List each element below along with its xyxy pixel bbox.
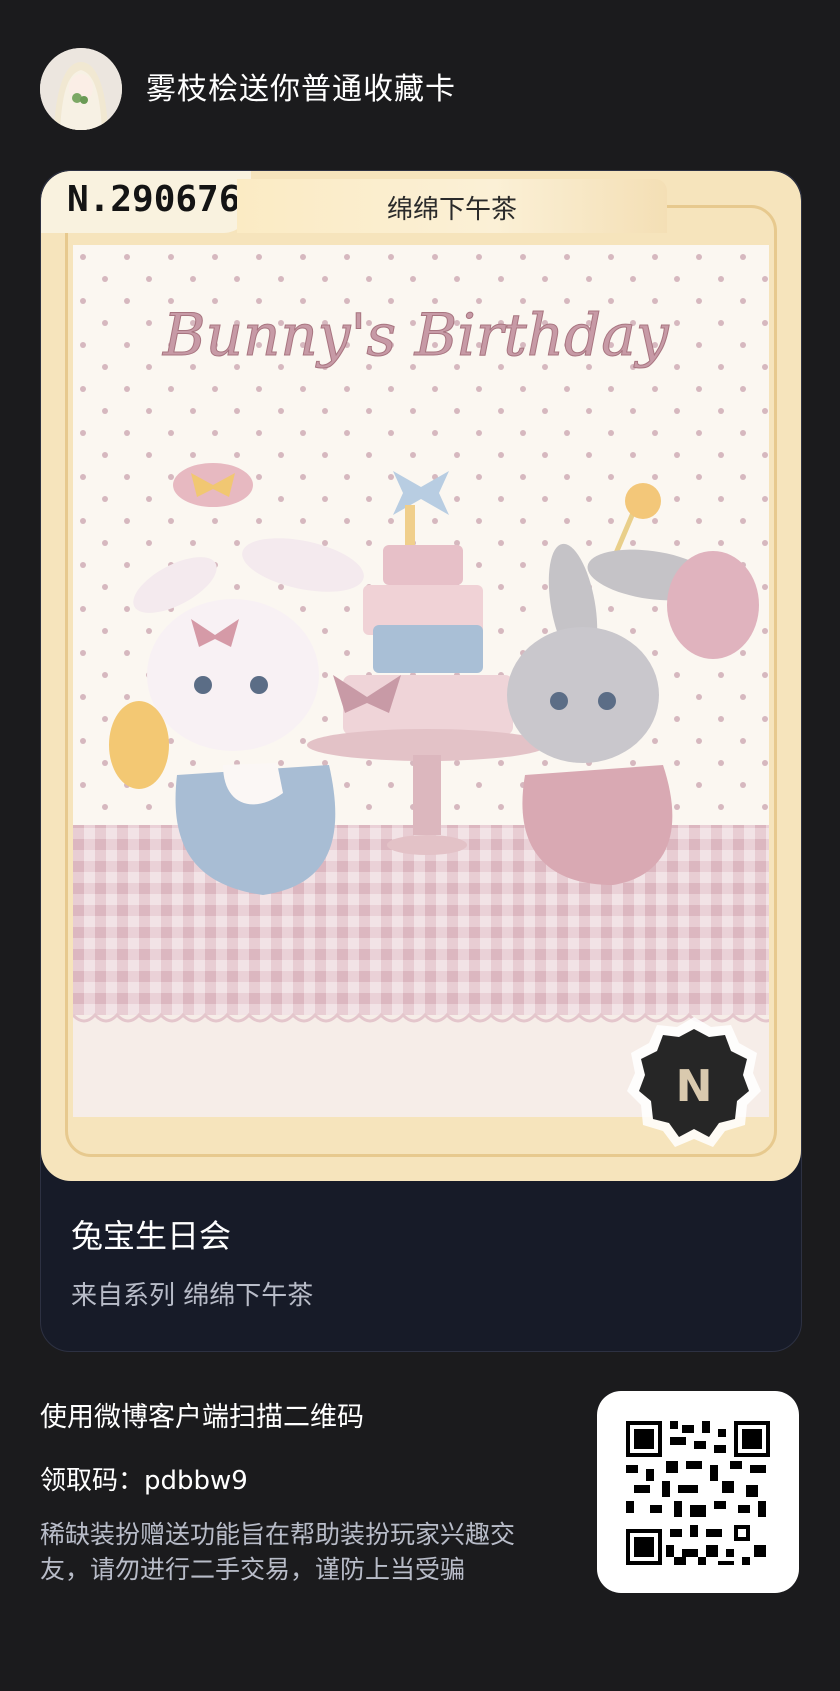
collectible-card[interactable]: Bunny's Birthday N.290676 绵绵下午茶 N 兔宝生日会 … [40, 170, 802, 1352]
series-tab: 绵绵下午茶 [237, 179, 667, 233]
claim-code-label: 领取码： [40, 1466, 145, 1496]
header: 雾枝桧送你普通收藏卡 [0, 0, 840, 170]
art-caption: Bunny's Birthday [162, 301, 670, 369]
card-number-tab: N.290676 [41, 171, 251, 233]
card-number: N.290676 [67, 179, 241, 220]
card-series-line: 来自系列 绵绵下午茶 [71, 1281, 314, 1311]
card-artwork[interactable]: Bunny's Birthday [73, 245, 769, 1117]
sender-text: 雾枝桧送你普通收藏卡 [146, 72, 456, 107]
avatar[interactable] [40, 48, 122, 130]
disclaimer-text: 稀缺装扮赠送功能旨在帮助装扮玩家兴趣交友，请勿进行二手交易，谨防上当受骗 [40, 1520, 516, 1584]
series-tab-label: 绵绵下午茶 [386, 195, 517, 225]
claim-code-value[interactable]: pdbbw9 [144, 1466, 248, 1496]
scan-instruction: 使用微博客户端扫描二维码 [40, 1402, 364, 1433]
svg-text:N: N [676, 1061, 713, 1112]
claim-code-line: 领取码：pdbbw9 [40, 1460, 560, 1497]
claim-instructions: 使用微博客户端扫描二维码 领取码：pdbbw9 稀缺装扮赠送功能旨在帮助装扮玩家… [40, 1398, 560, 1587]
card-title: 兔宝生日会 [71, 1217, 232, 1255]
card-frame: Bunny's Birthday N.290676 绵绵下午茶 N [41, 171, 801, 1181]
rarity-badge-n-icon: N [625, 1013, 763, 1151]
card-info: 兔宝生日会 来自系列 绵绵下午茶 [71, 1211, 313, 1312]
qr-code-image [626, 1421, 770, 1565]
qr-code[interactable] [597, 1391, 799, 1593]
